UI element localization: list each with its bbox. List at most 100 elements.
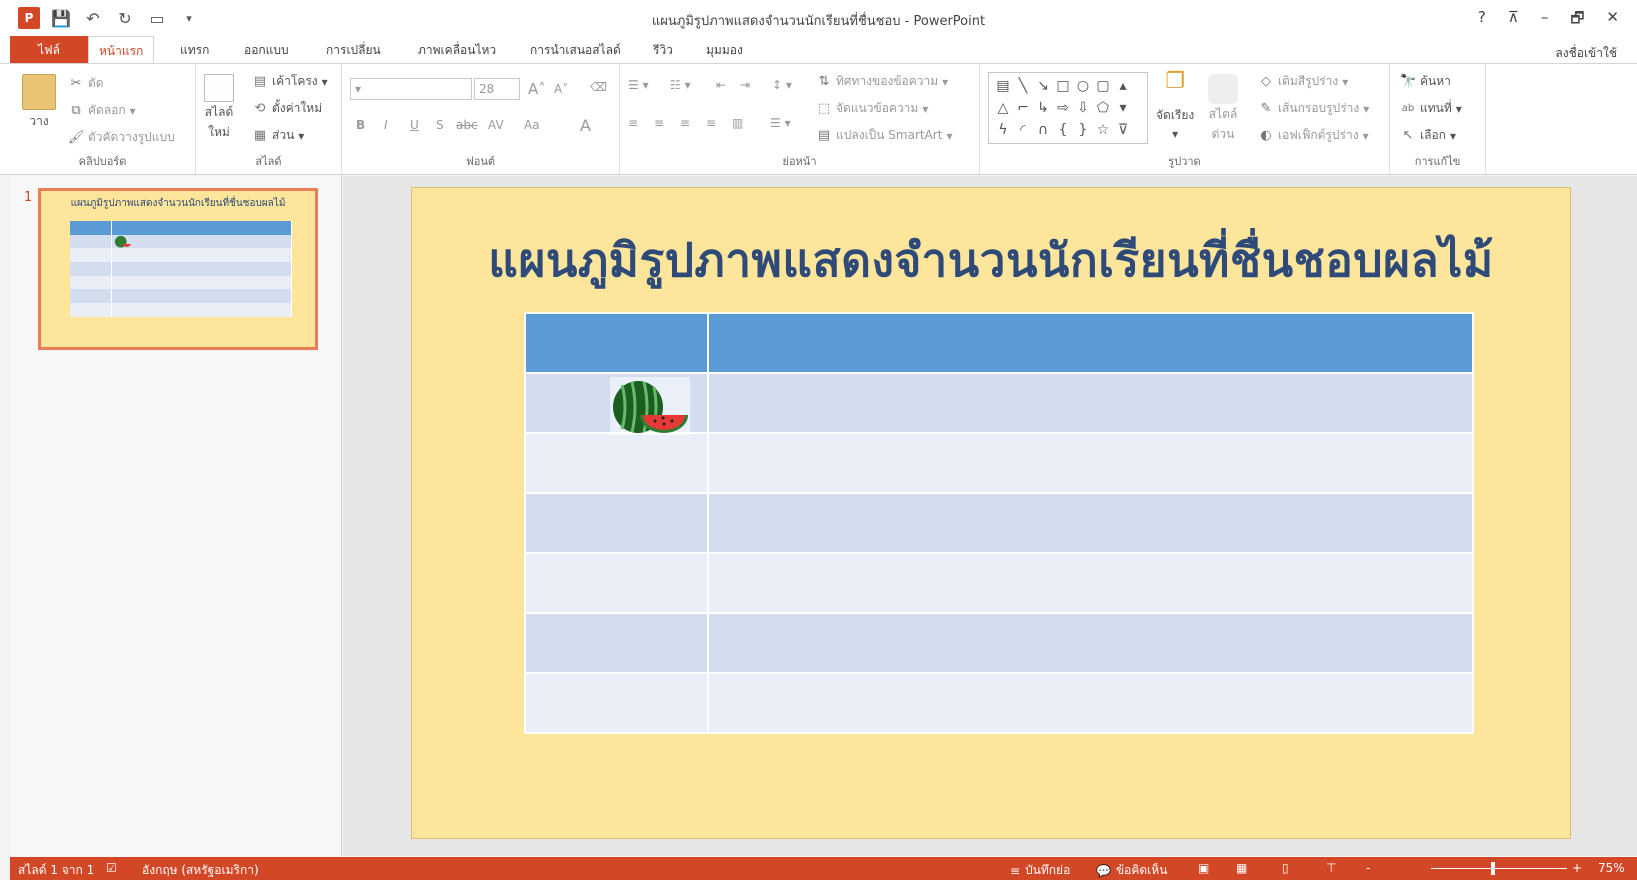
tab-home[interactable]: หน้าแรก [88,36,155,65]
table-cell[interactable] [524,612,709,674]
table-cell[interactable] [524,492,709,554]
align-right-icon[interactable]: ≡ [680,116,690,130]
copy-button[interactable]: ⧉ คัดลอก ▾ [68,101,135,120]
table-cell[interactable] [707,672,1474,734]
elbow-arrow-icon[interactable]: ↳ [1033,97,1053,119]
tab-review[interactable]: รีวิว [643,36,683,64]
strikethrough-button[interactable]: abc [456,118,478,132]
line-shape-icon[interactable]: ╲ [1013,75,1033,97]
font-size-combo[interactable]: 28 [474,78,520,100]
cut-button[interactable]: ✂ ตัด [68,74,104,93]
convert-smartart-button[interactable]: ▤ แปลงเป็น SmartArt ▾ [816,126,953,145]
line-spacing-icon[interactable]: ↕ ▾ [772,78,792,92]
align-text-button[interactable]: ⬚ จัดแนวข้อความ ▾ [816,99,929,118]
table-cell[interactable] [707,612,1474,674]
tab-animations[interactable]: ภาพเคลื่อนไหว [408,36,506,64]
slideshow-view-icon[interactable]: ⊤ [1326,861,1336,875]
table-cell[interactable] [524,552,709,614]
shape-fill-button[interactable]: ◇ เติมสีรูปร่าง ▾ [1258,72,1348,91]
restore-button[interactable]: 🗗 [1570,8,1584,33]
slide-canvas[interactable]: แผนภูมิรูปภาพแสดงจำนวนนักเรียนที่ชื่นชอบ… [411,187,1571,839]
brace-left-shape-icon[interactable]: { [1053,119,1073,141]
tab-file[interactable]: ไฟล์ [10,36,88,64]
underline-button[interactable]: U [410,118,419,132]
help-button[interactable]: ? [1478,8,1486,33]
slide-table[interactable] [524,312,1474,734]
language-status[interactable]: อังกฤษ (สหรัฐอเมริกา) [142,861,259,880]
brace-right-shape-icon[interactable]: } [1073,119,1093,141]
table-cell[interactable] [707,552,1474,614]
shape-outline-button[interactable]: ✎ เส้นกรอบรูปร่าง ▾ [1258,99,1370,118]
bullets-icon[interactable]: ☰ ▾ [628,78,649,92]
table-cell[interactable] [524,672,709,734]
gallery-up-icon[interactable]: ▴ [1113,75,1133,97]
textbox-shape-icon[interactable]: ▤ [993,75,1013,97]
slide-title[interactable]: แผนภูมิรูปภาพแสดงจำนวนนักเรียนที่ชื่นชอบ… [412,224,1570,297]
triangle-shape-icon[interactable]: △ [993,97,1013,119]
arc-shape-icon[interactable]: ◜ [1013,119,1033,141]
curve-shape-icon[interactable]: ∩ [1033,119,1053,141]
watermelon-picture[interactable] [610,377,690,435]
rounded-rect-shape-icon[interactable]: ▢ [1093,75,1113,97]
format-painter-button[interactable]: 🖌 ตัวคัดวางรูปแบบ [68,128,175,147]
table-cell[interactable] [707,312,1474,374]
star-shape-icon[interactable]: ☆ [1093,119,1113,141]
reading-view-icon[interactable]: ▯ [1282,861,1289,875]
sign-in-link[interactable]: ลงชื่อเข้าใช้ [1555,44,1617,63]
comments-button[interactable]: 💬 ข้อคิดเห็น [1096,861,1167,880]
table-cell[interactable] [707,372,1474,434]
new-slide-button[interactable]: สไลด์ ใหม่ [204,74,234,142]
shape-effects-button[interactable]: ◐ เอฟเฟ็กต์รูปร่าง ▾ [1258,126,1368,145]
slide-thumbnail-1[interactable]: แผนภูมิรูปภาพแสดงจำนวนนักเรียนที่ชื่นชอบ… [38,188,318,350]
layout-button[interactable]: ▤ เค้าโครง ▾ [252,72,328,91]
align-left-icon[interactable]: ≡ [628,116,638,130]
table-cell[interactable] [707,492,1474,554]
gallery-down-icon[interactable]: ▾ [1113,97,1133,119]
table-cell[interactable] [524,432,709,494]
slide-sorter-icon[interactable]: ▦ [1236,861,1247,875]
find-button[interactable]: 🔭 ค้นหา [1400,72,1451,91]
zoom-slider-track[interactable] [1431,868,1567,869]
table-cell[interactable] [707,432,1474,494]
zoom-slider-handle[interactable] [1491,862,1495,875]
justify-icon[interactable]: ≡ [706,116,716,130]
zoom-out-button[interactable]: - [1366,861,1370,875]
text-shadow-button[interactable]: S [436,118,444,132]
grow-font-button[interactable]: A˄ [528,80,546,98]
select-button[interactable]: ↖ เลือก ▾ [1400,126,1456,145]
zoom-in-button[interactable]: + [1572,861,1582,875]
tab-view[interactable]: มุมมอง [696,36,753,64]
shapes-gallery[interactable]: ▤ ╲ ↘ □ ○ ▢ ▴ △ ⌐ ↳ ⇨ ⇩ ⬠ ▾ ϟ ◜ ∩{} ☆ ⊽ [988,72,1148,144]
tab-slideshow[interactable]: การนำเสนอสไลด์ [520,36,631,64]
section-button[interactable]: ▦ ส่วน ▾ [252,126,304,145]
notes-button[interactable]: ≡ บันทึกย่อ [1010,861,1070,880]
paste-button[interactable]: วาง [22,74,56,131]
align-options-icon[interactable]: ☰ ▾ [770,116,791,130]
change-case-button[interactable]: Aa [524,118,540,132]
spell-check-icon[interactable]: ☑ [106,861,117,875]
oval-shape-icon[interactable]: ○ [1073,75,1093,97]
columns-icon[interactable]: ▥ [732,116,743,130]
clear-formatting-icon[interactable]: ⌫ [590,80,607,94]
table-cell[interactable] [524,312,709,374]
shrink-font-button[interactable]: A˅ [554,82,568,96]
italic-button[interactable]: I [384,118,388,132]
right-arrow-shape-icon[interactable]: ⇨ [1053,97,1073,119]
tab-transitions[interactable]: การเปลี่ยน [316,36,391,64]
quick-styles-button[interactable]: สไตล์ ด่วน [1208,74,1238,144]
reset-button[interactable]: ⟲ ตั้งค่าใหม่ [252,99,323,118]
arrange-button[interactable]: ❐ จัดเรียง ▾ [1156,71,1194,142]
tab-insert[interactable]: แทรก [170,36,219,64]
rectangle-shape-icon[interactable]: □ [1053,75,1073,97]
align-center-icon[interactable]: ≡ [654,116,664,130]
increase-indent-icon[interactable]: ⇥ [740,78,750,92]
down-arrow-shape-icon[interactable]: ⇩ [1073,97,1093,119]
minimize-button[interactable]: – [1541,8,1549,33]
gallery-more-icon[interactable]: ⊽ [1113,119,1133,141]
freeform-shape-icon[interactable]: ϟ [993,119,1013,141]
ribbon-display-options-button[interactable]: ⊼ [1508,8,1519,33]
decrease-indent-icon[interactable]: ⇤ [716,78,726,92]
snip-shape-icon[interactable]: ⬠ [1093,97,1113,119]
normal-view-icon[interactable]: ▣ [1198,861,1209,875]
numbering-icon[interactable]: ☷ ▾ [670,78,691,92]
